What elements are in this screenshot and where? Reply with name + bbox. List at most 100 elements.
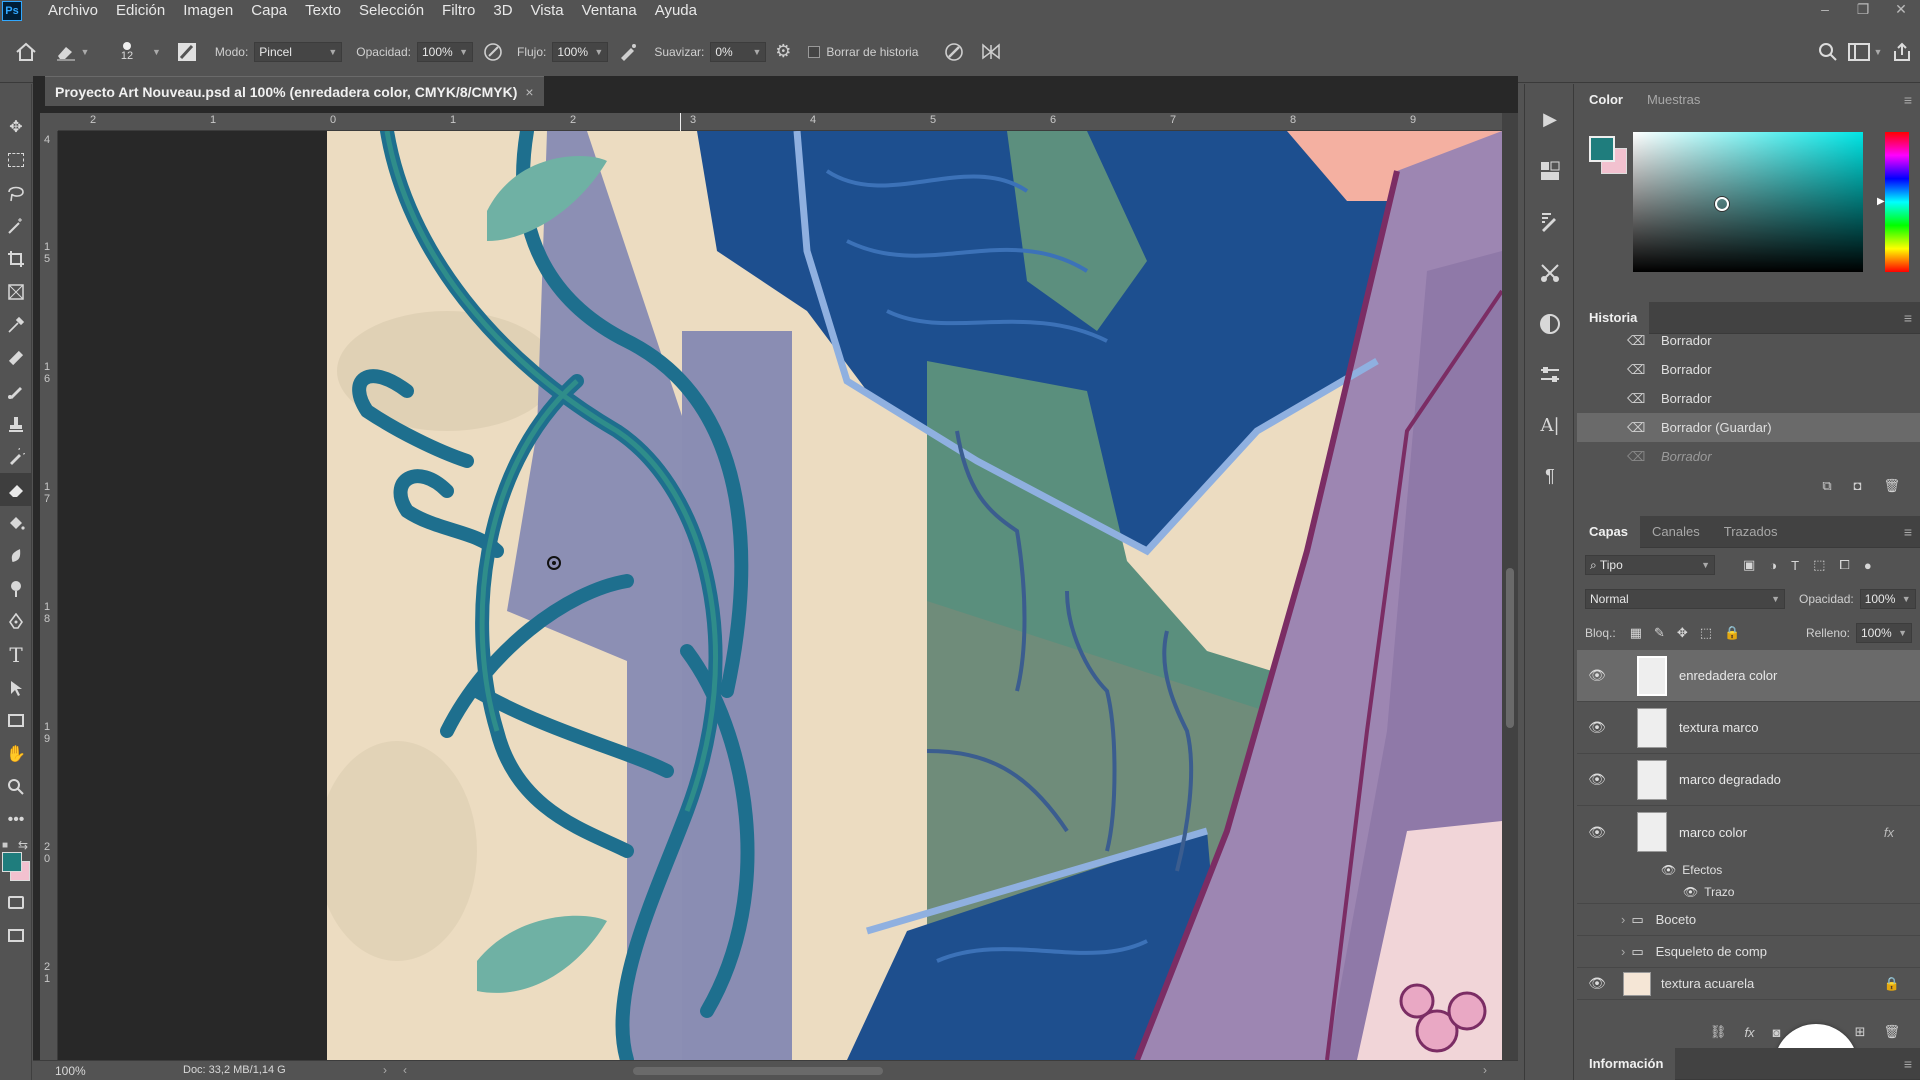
layer-name[interactable]: textura marco: [1679, 720, 1758, 735]
clone-stamp-tool-icon[interactable]: [0, 407, 32, 440]
filter-smart-object-icon[interactable]: ⧠: [1839, 557, 1849, 573]
lock-all-icon[interactable]: 🔒: [1724, 625, 1740, 641]
share-icon[interactable]: [1884, 42, 1920, 62]
marquee-tool-icon[interactable]: [0, 143, 32, 176]
group-name[interactable]: Esqueleto de comp: [1656, 944, 1767, 959]
add-style-fx-icon[interactable]: fx: [1744, 1025, 1754, 1040]
delete-layer-trash-icon[interactable]: 🗑: [1883, 1024, 1900, 1040]
tab-history[interactable]: Historia: [1577, 301, 1650, 334]
home-icon[interactable]: [0, 42, 52, 62]
menu-imagen[interactable]: Imagen: [174, 0, 242, 21]
history-item-undone[interactable]: ⌫ Borrador: [1577, 442, 1920, 471]
tab-channels[interactable]: Canales: [1640, 516, 1712, 548]
filter-adjustment-icon[interactable]: ◑: [1769, 558, 1777, 573]
group-row[interactable]: › ▭ Esqueleto de comp: [1577, 936, 1920, 968]
filter-pixel-icon[interactable]: ▣: [1743, 557, 1755, 573]
history-item[interactable]: ⌫ Borrador: [1577, 384, 1920, 413]
stroke-effect-row[interactable]: 👁 Trazo: [1577, 881, 1920, 904]
layer-row[interactable]: 👁 marco color fx: [1577, 806, 1920, 858]
flow-input[interactable]: 100% ▼: [552, 41, 609, 62]
close-tab-icon[interactable]: ×: [525, 84, 533, 100]
brush-settings-panel-icon[interactable]: [1525, 196, 1575, 247]
menu-edicion[interactable]: Edición: [107, 0, 174, 21]
quick-mask-icon[interactable]: [0, 886, 32, 919]
properties-icon[interactable]: [1525, 349, 1575, 400]
adjustments-icon[interactable]: [1525, 298, 1575, 349]
photoshop-logo[interactable]: Ps: [2, 0, 22, 21]
menu-vista[interactable]: Vista: [522, 0, 573, 21]
group-name[interactable]: Boceto: [1656, 912, 1696, 927]
path-selection-tool-icon[interactable]: [0, 671, 32, 704]
rectangle-tool-icon[interactable]: [0, 704, 32, 737]
dodge-tool-icon[interactable]: [0, 572, 32, 605]
brush-size-chevron-icon[interactable]: ▼: [152, 47, 161, 57]
effects-eye-icon[interactable]: 👁: [1661, 863, 1676, 877]
canvas[interactable]: [327, 131, 1502, 1060]
layer-row[interactable]: 👁 enredadera color: [1577, 650, 1920, 702]
zoom-level[interactable]: 100%: [55, 1064, 86, 1078]
erase-history-checkbox[interactable]: [808, 45, 821, 58]
close-window-icon[interactable]: ✕: [1882, 0, 1920, 21]
panel-menu-icon[interactable]: ≡: [1904, 310, 1912, 326]
expand-chevron-icon[interactable]: ›: [1621, 912, 1625, 927]
link-layers-icon[interactable]: ⛓: [1710, 1024, 1727, 1040]
vertical-ruler[interactable]: 4 1 5 1 6 1 7 1 8 1 9 2 0 2 1: [40, 131, 58, 1060]
tab-color[interactable]: Color: [1577, 84, 1635, 116]
menu-ventana[interactable]: Ventana: [573, 0, 646, 21]
foreground-color-swatch[interactable]: [2, 852, 22, 872]
panel-menu-icon[interactable]: ≡: [1904, 92, 1912, 108]
smoothing-input[interactable]: 0% ▼: [710, 41, 767, 62]
minimize-icon[interactable]: –: [1806, 0, 1844, 21]
panel-menu-icon[interactable]: ≡: [1904, 1056, 1912, 1072]
scroll-thumb[interactable]: [1506, 568, 1514, 728]
new-document-from-state-icon[interactable]: ⧉: [1822, 478, 1831, 494]
paragraph-icon[interactable]: ¶: [1525, 451, 1575, 502]
libraries-icon[interactable]: [1525, 145, 1575, 196]
brush-tool-icon[interactable]: [0, 374, 32, 407]
paint-bucket-tool-icon[interactable]: [0, 506, 32, 539]
character-icon[interactable]: A|: [1525, 400, 1575, 451]
history-brush-tool-icon[interactable]: [0, 440, 32, 473]
menu-texto[interactable]: Texto: [296, 0, 350, 21]
crop-tool-icon[interactable]: [0, 242, 32, 275]
menu-capa[interactable]: Capa: [242, 0, 296, 21]
layer-filter-select[interactable]: ⌕ Tipo ▼: [1585, 555, 1715, 575]
more-tools-icon[interactable]: •••: [0, 803, 32, 836]
symmetry-butterfly-icon[interactable]: [974, 41, 1008, 63]
horizontal-scroll-thumb[interactable]: [633, 1067, 883, 1075]
scroll-right-icon[interactable]: ›: [1483, 1063, 1487, 1077]
new-layer-icon[interactable]: ⊞: [1855, 1024, 1866, 1040]
scroll-left-icon[interactable]: ‹: [403, 1063, 407, 1077]
horizontal-ruler[interactable]: 2 1 0 1 2 3 4 5 6 7 8 9: [58, 113, 1518, 131]
move-tool-icon[interactable]: ✥: [0, 110, 32, 143]
zoom-tool-icon[interactable]: [0, 770, 32, 803]
history-item-selected[interactable]: ⌫ Borrador (Guardar): [1577, 413, 1920, 442]
expand-chevron-icon[interactable]: ›: [1621, 944, 1625, 959]
tab-paths[interactable]: Trazados: [1712, 516, 1790, 548]
layer-name[interactable]: marco degradado: [1679, 772, 1781, 787]
eyedropper-tool-icon[interactable]: [0, 308, 32, 341]
healing-brush-tool-icon[interactable]: [0, 341, 32, 374]
brush-settings-icon[interactable]: [173, 41, 201, 63]
smoothing-options-gear-icon[interactable]: ⚙: [766, 41, 800, 62]
frame-tool-icon[interactable]: [0, 275, 32, 308]
panel-foreground-swatch[interactable]: [1589, 136, 1615, 162]
effects-row[interactable]: 👁 Efectos: [1577, 858, 1920, 881]
search-icon[interactable]: [1810, 42, 1846, 62]
lasso-tool-icon[interactable]: [0, 176, 32, 209]
doc-size-info[interactable]: Doc: 33,2 MB/1,14 G: [183, 1064, 286, 1076]
layer-row[interactable]: 👁 marco degradado: [1577, 754, 1920, 806]
history-item[interactable]: ⌫ Borrador: [1577, 355, 1920, 384]
play-actions-icon[interactable]: ▶: [1525, 94, 1575, 145]
lock-artboard-icon[interactable]: ⬚: [1700, 625, 1712, 641]
status-arrow-icon[interactable]: ›: [383, 1063, 387, 1077]
blend-mode-select[interactable]: Normal ▼: [1585, 589, 1785, 609]
group-row[interactable]: › ▭ Boceto: [1577, 904, 1920, 936]
menu-filtro[interactable]: Filtro: [433, 0, 484, 21]
restore-icon[interactable]: ❐: [1844, 0, 1882, 21]
default-colors-icon[interactable]: ■: [2, 840, 8, 851]
filter-shape-icon[interactable]: ⬚: [1813, 557, 1825, 573]
fill-input[interactable]: 100% ▼: [1856, 623, 1912, 643]
pen-tool-icon[interactable]: [0, 605, 32, 638]
filter-toggle-icon[interactable]: ●: [1864, 558, 1872, 573]
